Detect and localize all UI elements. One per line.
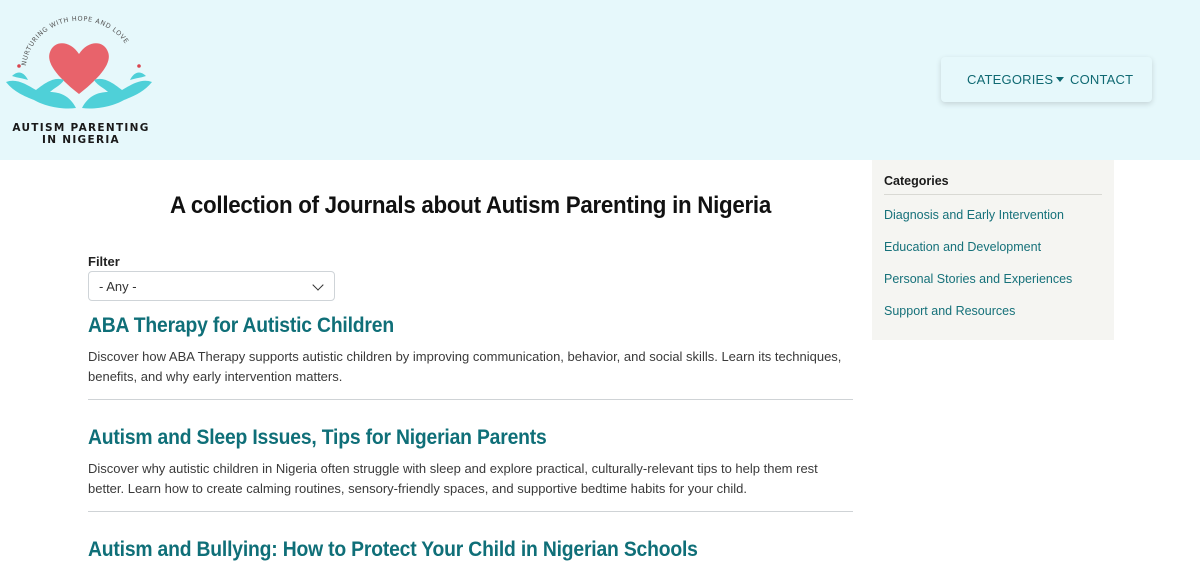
- article-divider: [88, 511, 853, 512]
- caret-down-icon: [1056, 77, 1065, 82]
- article-item: ABA Therapy for Autistic Children Discov…: [88, 314, 853, 387]
- main-nav: CATEGORIES CONTACT: [941, 57, 1152, 102]
- sidebar-heading: Categories: [884, 174, 1102, 195]
- nav-categories-label: CATEGORIES: [967, 72, 1054, 87]
- article-title-link[interactable]: Autism and Sleep Issues, Tips for Nigeri…: [88, 426, 547, 450]
- sidebar-category-link[interactable]: Support and Resources: [884, 299, 1102, 331]
- page-title: A collection of Journals about Autism Pa…: [169, 192, 771, 219]
- nav-categories-dropdown[interactable]: CATEGORIES: [967, 72, 1065, 87]
- article-title-link[interactable]: ABA Therapy for Autistic Children: [88, 314, 394, 338]
- categories-sidebar: Categories Diagnosis and Early Intervent…: [872, 160, 1114, 340]
- logo-wordmark: AUTISM PARENTING IN NIGERIA: [4, 122, 158, 146]
- filter-selected-value: - Any -: [99, 279, 137, 294]
- sidebar-category-link[interactable]: Education and Development: [884, 235, 1102, 267]
- site-header: NURTURING WITH HOPE AND LOVE AUTISM PARE…: [0, 0, 1200, 160]
- filter-select[interactable]: - Any -: [88, 271, 335, 301]
- logo-name-line2: IN NIGERIA: [42, 134, 120, 146]
- nav-contact-link[interactable]: CONTACT: [1070, 72, 1133, 87]
- article-item: Autism and Sleep Issues, Tips for Nigeri…: [88, 426, 853, 499]
- logo-emblem-icon: NURTURING WITH HOPE AND LOVE: [6, 15, 152, 109]
- site-logo[interactable]: NURTURING WITH HOPE AND LOVE AUTISM PARE…: [4, 14, 154, 154]
- article-item: Autism and Bullying: How to Protect Your…: [88, 538, 853, 562]
- article-description: Discover how ABA Therapy supports autist…: [88, 349, 842, 384]
- logo-name-line1: AUTISM PARENTING: [12, 122, 150, 134]
- article-title-link[interactable]: Autism and Bullying: How to Protect Your…: [88, 538, 698, 562]
- article-description: Discover why autistic children in Nigeri…: [88, 461, 818, 496]
- chevron-down-icon: [312, 279, 324, 291]
- sidebar-category-link[interactable]: Personal Stories and Experiences: [884, 267, 1102, 299]
- article-divider: [88, 399, 853, 400]
- sidebar-category-link[interactable]: Diagnosis and Early Intervention: [884, 203, 1102, 235]
- filter-label: Filter: [88, 254, 120, 269]
